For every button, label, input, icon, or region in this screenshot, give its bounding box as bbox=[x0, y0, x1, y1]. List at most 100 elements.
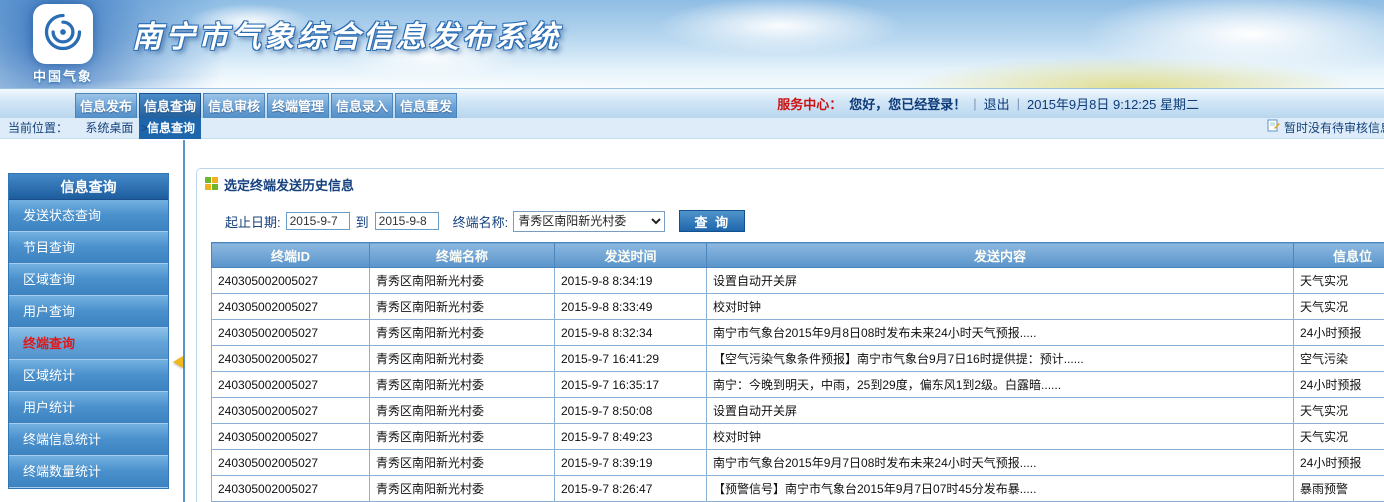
date-range-label: 起止日期: bbox=[225, 212, 281, 231]
login-greeting: 您好，您已经登录！ bbox=[849, 94, 966, 113]
separator: | bbox=[973, 96, 976, 111]
nav-tab-item[interactable]: 信息审核 bbox=[203, 93, 265, 118]
table-cell: 天气实况 bbox=[1294, 398, 1384, 424]
spiral-logo-icon bbox=[41, 10, 85, 59]
column-header: 发送时间 bbox=[555, 243, 707, 268]
terminal-name-label: 终端名称: bbox=[453, 212, 509, 231]
table-cell: 天气实况 bbox=[1294, 294, 1384, 320]
table-cell: 暴雨预警 bbox=[1294, 476, 1384, 502]
nav-tab-item[interactable]: 终端管理 bbox=[267, 93, 329, 118]
table-cell: 2015-9-7 16:41:29 bbox=[555, 346, 707, 372]
nav-tab-active[interactable]: 信息查询 bbox=[139, 93, 201, 118]
app: { "colors": { "accent_blue": "#1e66ac", … bbox=[0, 0, 1384, 502]
vertical-divider bbox=[183, 140, 185, 502]
page-title: 南宁市气象综合信息发布系统 bbox=[132, 12, 561, 56]
table-cell: 240305002005027 bbox=[212, 372, 370, 398]
table-cell: 空气污染 bbox=[1294, 346, 1384, 372]
table-cell: 青秀区南阳新光村委 bbox=[370, 320, 555, 346]
datetime-text: 2015年9月8日 9:12:25 星期二 bbox=[1027, 94, 1199, 113]
table-cell: 24小时预报 bbox=[1294, 372, 1384, 398]
table-cell: 240305002005027 bbox=[212, 476, 370, 502]
section-title: 选定终端发送历史信息 bbox=[224, 175, 354, 194]
table-cell: 2015-9-8 8:33:49 bbox=[555, 294, 707, 320]
table-row[interactable]: 240305002005027青秀区南阳新光村委2015-9-7 8:50:08… bbox=[212, 398, 1384, 424]
table-cell: 青秀区南阳新光村委 bbox=[370, 424, 555, 450]
table-cell: 2015-9-8 8:34:19 bbox=[555, 268, 707, 294]
table-cell: 240305002005027 bbox=[212, 346, 370, 372]
column-header: 终端名称 bbox=[370, 243, 555, 268]
nav-tab-item[interactable]: 信息录入 bbox=[331, 93, 393, 118]
sidebar-item[interactable]: 发送状态查询 bbox=[9, 200, 168, 232]
table-cell: 24小时预报 bbox=[1294, 450, 1384, 476]
query-button[interactable]: 查 询 bbox=[679, 210, 745, 232]
table-cell: 南宁市气象台2015年9月7日08时发布未来24小时天气预报..... bbox=[707, 450, 1294, 476]
history-table: 终端ID终端名称发送时间发送内容信息位240305002005027青秀区南阳新… bbox=[211, 242, 1384, 502]
sidebar-menu: 发送状态查询节目查询区域查询用户查询终端查询区域统计用户统计终端信息统计终端数量… bbox=[9, 200, 168, 488]
sidebar-item[interactable]: 区域统计 bbox=[9, 360, 168, 392]
to-label: 到 bbox=[356, 212, 369, 231]
sidebar-item[interactable]: 区域查询 bbox=[9, 264, 168, 296]
date-to-input[interactable] bbox=[375, 212, 439, 230]
table-cell: 2015-9-7 8:39:19 bbox=[555, 450, 707, 476]
table-cell: 青秀区南阳新光村委 bbox=[370, 398, 555, 424]
note-icon bbox=[1267, 118, 1280, 139]
sidebar-title: 信息查询 bbox=[9, 174, 168, 200]
sidebar-item[interactable]: 用户查询 bbox=[9, 296, 168, 328]
audit-notice-link[interactable]: 暂时没有待审核信息 bbox=[1267, 118, 1384, 139]
audit-notice-text: 暂时没有待审核信息 bbox=[1284, 118, 1384, 139]
sidebar-item[interactable]: 用户统计 bbox=[9, 392, 168, 424]
table-row[interactable]: 240305002005027青秀区南阳新光村委2015-9-7 16:35:1… bbox=[212, 372, 1384, 398]
grid-icon bbox=[205, 177, 218, 193]
nav-tab-item[interactable]: 信息重发 bbox=[395, 93, 457, 118]
column-header: 信息位 bbox=[1294, 243, 1384, 268]
breadcrumb-label: 当前位置： bbox=[8, 121, 68, 135]
logout-link[interactable]: 退出 bbox=[984, 94, 1010, 113]
main-area: 选定终端发送历史信息 起止日期: 到 终端名称: 青秀区南阳新光村委 查 询 终… bbox=[188, 140, 1384, 502]
table-row[interactable]: 240305002005027青秀区南阳新光村委2015-9-8 8:33:49… bbox=[212, 294, 1384, 320]
table-cell: 【空气污染气象条件预报】南宁市气象台9月7日16时提供提：预计...... bbox=[707, 346, 1294, 372]
date-from-input[interactable] bbox=[286, 212, 350, 230]
nav-right: 服务中心： 您好，您已经登录！ | 退出 | 2015年9月8日 9:12:25… bbox=[777, 88, 1384, 118]
nav-tab-item[interactable]: 信息发布 bbox=[75, 93, 137, 118]
table-cell: 2015-9-7 16:35:17 bbox=[555, 372, 707, 398]
table-row[interactable]: 240305002005027青秀区南阳新光村委2015-9-8 8:34:19… bbox=[212, 268, 1384, 294]
content-area: 信息查询 发送状态查询节目查询区域查询用户查询终端查询区域统计用户统计终端信息统… bbox=[0, 140, 1384, 502]
separator: | bbox=[1017, 96, 1020, 111]
terminal-select[interactable]: 青秀区南阳新光村委 bbox=[513, 211, 665, 232]
table-cell: 设置自动开关屏 bbox=[707, 398, 1294, 424]
table-cell: 青秀区南阳新光村委 bbox=[370, 450, 555, 476]
table-row[interactable]: 240305002005027青秀区南阳新光村委2015-9-8 8:32:34… bbox=[212, 320, 1384, 346]
breadcrumb-bar: 当前位置： 系统桌面 > 信息查询 暂时没有待审核信息 bbox=[0, 118, 1384, 139]
table-cell: 天气实况 bbox=[1294, 268, 1384, 294]
table-cell: 青秀区南阳新光村委 bbox=[370, 268, 555, 294]
banner: 中国气象 南宁市气象综合信息发布系统 bbox=[0, 0, 1384, 88]
column-header: 终端ID bbox=[212, 243, 370, 268]
table-cell: 【预警信号】南宁市气象台2015年9月7日07时45分发布暴..... bbox=[707, 476, 1294, 502]
sidebar-item[interactable]: 终端查询 bbox=[9, 328, 168, 360]
table-cell: 2015-9-7 8:49:23 bbox=[555, 424, 707, 450]
table-row[interactable]: 240305002005027青秀区南阳新光村委2015-9-7 16:41:2… bbox=[212, 346, 1384, 372]
logo-caption: 中国气象 bbox=[22, 66, 104, 85]
history-table-wrap: 终端ID终端名称发送时间发送内容信息位240305002005027青秀区南阳新… bbox=[211, 242, 1384, 502]
table-cell: 青秀区南阳新光村委 bbox=[370, 346, 555, 372]
sidebar-collapse-arrow[interactable] bbox=[173, 356, 183, 368]
table-cell: 240305002005027 bbox=[212, 424, 370, 450]
section-header: 选定终端发送历史信息 bbox=[197, 169, 1384, 198]
table-cell: 240305002005027 bbox=[212, 294, 370, 320]
sidebar-item[interactable]: 终端信息统计 bbox=[9, 424, 168, 456]
table-cell: 天气实况 bbox=[1294, 424, 1384, 450]
table-cell: 南宁：今晚到明天，中雨，25到29度，偏东风1到2级。白露暗...... bbox=[707, 372, 1294, 398]
nav-bar: 信息发布信息查询信息审核终端管理信息录入信息重发 服务中心： 您好，您已经登录！… bbox=[0, 88, 1384, 118]
table-cell: 2015-9-8 8:32:34 bbox=[555, 320, 707, 346]
table-row[interactable]: 240305002005027青秀区南阳新光村委2015-9-7 8:26:47… bbox=[212, 476, 1384, 502]
table-cell: 南宁市气象台2015年9月8日08时发布未来24小时天气预报..... bbox=[707, 320, 1294, 346]
query-form: 起止日期: 到 终端名称: 青秀区南阳新光村委 查 询 bbox=[225, 210, 1384, 232]
main-panel: 选定终端发送历史信息 起止日期: 到 终端名称: 青秀区南阳新光村委 查 询 终… bbox=[196, 168, 1384, 502]
table-row[interactable]: 240305002005027青秀区南阳新光村委2015-9-7 8:49:23… bbox=[212, 424, 1384, 450]
table-cell: 青秀区南阳新光村委 bbox=[370, 476, 555, 502]
sidebar-item[interactable]: 节目查询 bbox=[9, 232, 168, 264]
breadcrumb-root-link[interactable]: 系统桌面 bbox=[85, 121, 133, 135]
table-row[interactable]: 240305002005027青秀区南阳新光村委2015-9-7 8:39:19… bbox=[212, 450, 1384, 476]
column-header: 发送内容 bbox=[707, 243, 1294, 268]
sidebar-item[interactable]: 终端数量统计 bbox=[9, 456, 168, 488]
